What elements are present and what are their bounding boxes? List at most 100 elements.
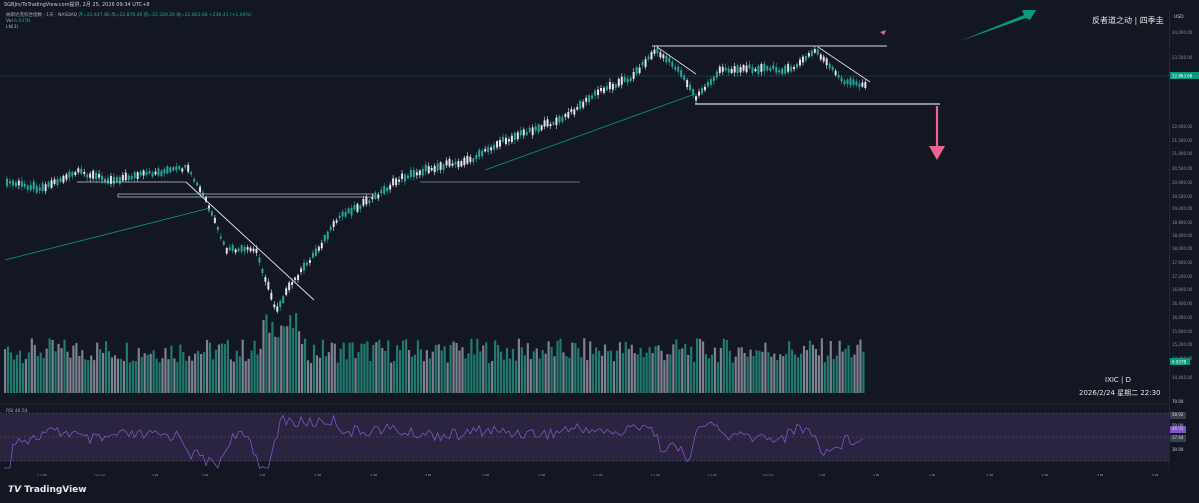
candle-body <box>181 168 184 172</box>
candle-body <box>546 119 549 127</box>
legend-symbol[interactable]: 纳斯达克综合指数 · 1天 · NASDAQ <box>6 13 77 18</box>
price-tick: 18,000.00 <box>1172 246 1193 251</box>
candle-body <box>389 184 392 190</box>
main-chart[interactable]: RSI 46.54 <box>0 10 1169 470</box>
legend-volume[interactable]: Vol 6.037B <box>6 19 30 24</box>
candle-body <box>733 66 736 73</box>
volume-bar <box>728 350 731 393</box>
candle-body <box>840 77 843 82</box>
time-axis[interactable]: 12月20252月3月4月5月6月7月8月9月10月11月12月20262月3月… <box>0 466 1169 480</box>
volume-bar <box>832 359 835 393</box>
candle-body <box>151 172 154 177</box>
tradingview-logo-icon: 𝙏𝙑 <box>8 485 22 495</box>
candle-body <box>608 81 611 90</box>
candle-body <box>736 65 739 74</box>
volume-bar <box>600 355 604 393</box>
volume-bar <box>488 362 491 393</box>
candle-body <box>831 66 834 71</box>
candle-body <box>282 296 285 304</box>
candle-body <box>311 252 314 258</box>
volume-bar <box>268 332 271 393</box>
candle-body <box>760 64 763 72</box>
volume-bar <box>479 351 482 393</box>
volume-bar <box>232 361 235 393</box>
volume-bar <box>799 353 803 393</box>
volume-bar <box>761 351 764 393</box>
candle-body <box>460 161 463 167</box>
volume-bar <box>407 349 411 393</box>
candle-body <box>401 173 404 179</box>
candle-body <box>597 89 600 96</box>
volume-bar <box>295 313 298 393</box>
price-axis-canvas[interactable]: USD 24,000.00 23,500.00 22,000.00 21,500.00 2… <box>1170 10 1199 470</box>
price-axis[interactable]: USD 24,000.00 23,500.00 22,000.00 21,500.00 2… <box>1169 10 1199 470</box>
candle-body <box>297 275 300 281</box>
volume-bar <box>140 356 143 393</box>
volume-bar <box>318 357 322 393</box>
legend-extra[interactable]: LN(3) <box>6 25 18 30</box>
candle-body <box>252 248 255 252</box>
volume-bar <box>642 357 645 393</box>
volume-bar <box>737 347 740 393</box>
candle-body <box>861 82 864 87</box>
candle-body <box>781 68 784 75</box>
candle-body <box>775 66 778 73</box>
volume-bar <box>693 361 696 393</box>
volume-bar <box>173 358 176 393</box>
volume-bar <box>494 340 497 393</box>
candle-body <box>843 80 846 85</box>
candle-body <box>552 122 555 125</box>
volume-bar <box>568 357 571 393</box>
tradingview-logo[interactable]: 𝙏𝙑 TradingView <box>8 485 87 495</box>
candle-body <box>418 170 421 176</box>
volume-bar <box>749 349 752 393</box>
volume-bar <box>722 338 725 393</box>
volume-bar <box>125 342 128 393</box>
candle-body <box>350 207 353 216</box>
volume-bar <box>96 342 99 393</box>
volume-bar <box>603 344 607 393</box>
candle-body <box>38 187 41 191</box>
candle-body <box>219 236 222 239</box>
volume-bar <box>586 360 589 393</box>
volume-bar <box>725 340 728 393</box>
candle-body <box>50 180 53 188</box>
volume-bar <box>841 351 844 393</box>
volume-bar <box>440 350 443 393</box>
volume-bar <box>651 353 654 393</box>
price-chart-canvas[interactable]: RSI 46.54 <box>0 10 1169 470</box>
candle-body <box>231 245 234 252</box>
candle-body <box>17 180 20 186</box>
candle-body <box>573 109 576 115</box>
volume-bar <box>21 362 25 393</box>
legend-extra-label: LN(3) <box>6 25 19 30</box>
volume-bar <box>315 355 319 393</box>
candle-body <box>109 175 112 184</box>
candle-body <box>543 120 546 127</box>
candle-body <box>700 88 703 94</box>
candle-body <box>329 226 332 231</box>
candle-body <box>528 127 531 133</box>
price-tick: 23,500.00 <box>1172 55 1193 60</box>
volume-bar <box>208 342 212 393</box>
candle-body <box>801 56 804 63</box>
volume-bar <box>401 340 405 393</box>
candle-body <box>276 306 279 312</box>
volume-bar <box>298 331 301 393</box>
candle-body <box>56 179 59 186</box>
candle-body <box>234 249 237 253</box>
volume-bar <box>30 338 33 393</box>
candle-body <box>392 178 395 186</box>
support-zone-2025 <box>117 193 374 198</box>
volume-bar <box>399 349 402 393</box>
candle-body <box>510 135 513 143</box>
volume-bar <box>520 347 523 393</box>
candle-body <box>71 171 74 177</box>
volume-bar <box>859 339 862 393</box>
candle-body <box>115 176 118 182</box>
volume-bar <box>746 356 749 393</box>
candle-body <box>136 172 139 179</box>
volume-bar <box>817 355 820 393</box>
legend-title: 纳斯达克综合指数 · 1天 · NASDAQ 开=22,447.80 高=22,… <box>6 12 252 18</box>
volume-bar <box>583 338 586 393</box>
